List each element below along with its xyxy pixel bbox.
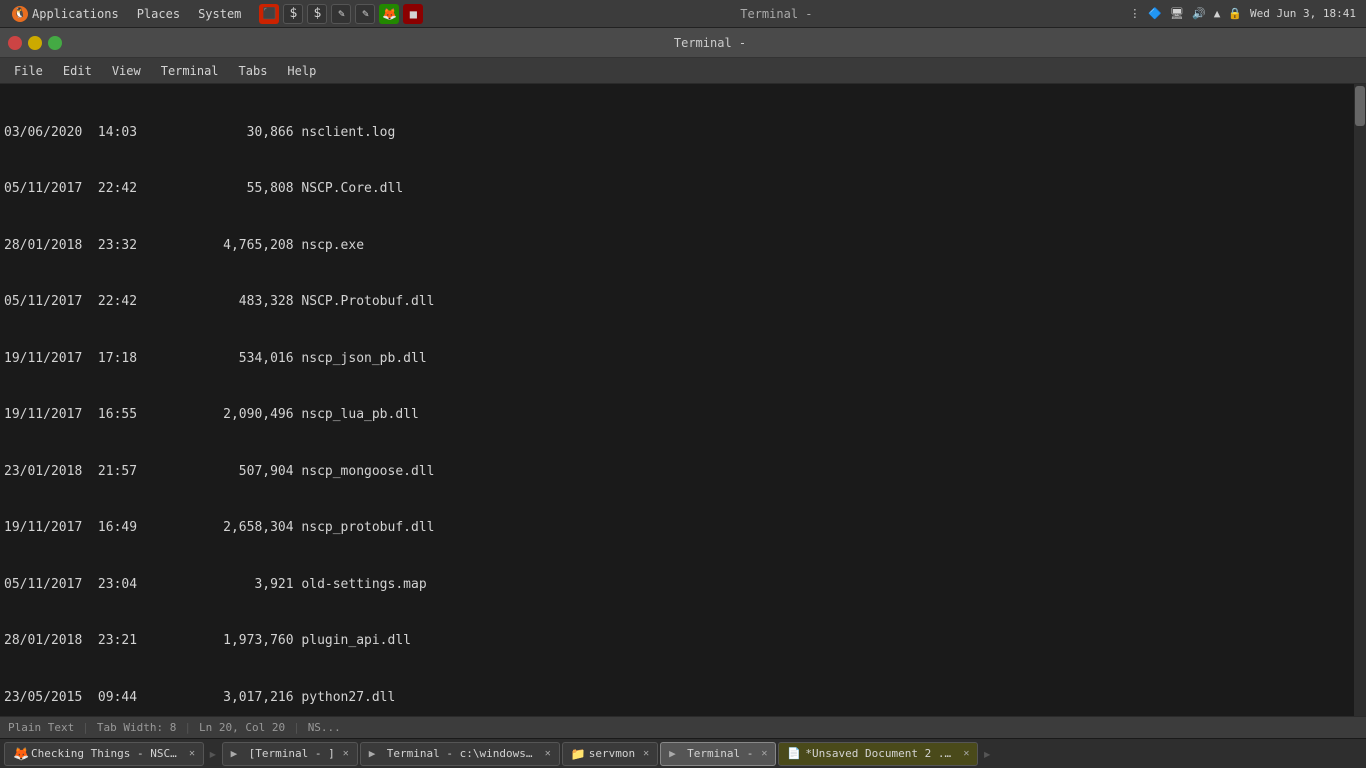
vpn-icon: 🔒 — [1228, 7, 1242, 20]
volume-icon: 🔊 — [1192, 7, 1206, 20]
taskbar-btn-folder-close[interactable]: ✕ — [643, 748, 649, 759]
ql-icon-6[interactable]: 🦊 — [379, 4, 399, 24]
terminal-line: 28/01/2018 23:21 1,973,760 plugin_api.dl… — [4, 632, 1362, 651]
taskbar: 🦊 Checking Things - NSC... ✕ ▸ ▶ [Termin… — [0, 738, 1366, 768]
terminal-line: 28/01/2018 23:32 4,765,208 nscp.exe — [4, 237, 1362, 256]
ql-icon-5[interactable]: ✎ — [355, 4, 375, 24]
taskbar-btn-terminal2-label: Terminal - c:\windows... — [387, 747, 537, 760]
terminal-output: 03/06/2020 14:03 30,866 nsclient.log 05/… — [0, 84, 1366, 716]
window-titlebar: Terminal - — [0, 28, 1366, 58]
taskbar-btn-terminal2[interactable]: ▶ Terminal - c:\windows... ✕ — [360, 742, 560, 766]
top-menubar: 🐧 Applications Places System ⬛ $ $ ✎ ✎ 🦊… — [0, 0, 1366, 28]
datetime-display: Wed Jun 3, 18:41 — [1250, 7, 1356, 20]
terminal3-icon: ▶ — [669, 747, 683, 761]
scrollbar-thumb[interactable] — [1355, 86, 1365, 126]
scrollbar-track[interactable] — [1354, 84, 1366, 716]
system-tray: ⋮ 🔷 🖥 🔊 ▲ 🔒 Wed Jun 3, 18:41 — [1129, 7, 1362, 20]
terminal-line: 23/01/2018 21:57 507,904 nscp_mongoose.d… — [4, 463, 1362, 482]
ql-icon-1[interactable]: ⬛ — [259, 4, 279, 24]
minimize-button[interactable] — [28, 36, 42, 50]
firefox-icon: 🦊 — [13, 747, 27, 761]
terminal-content-area[interactable]: 03/06/2020 14:03 30,866 nsclient.log 05/… — [0, 84, 1366, 716]
ql-icon-2[interactable]: $ — [283, 4, 303, 24]
terminal-line: 05/11/2017 22:42 483,328 NSCP.Protobuf.d… — [4, 293, 1362, 312]
menu-file[interactable]: File — [4, 62, 53, 80]
taskbar-btn-firefox-label: Checking Things - NSC... — [31, 747, 181, 760]
taskbar-btn-unsaved[interactable]: 📄 *Unsaved Document 2 ... ✕ — [778, 742, 978, 766]
terminal-line: 19/11/2017 16:49 2,658,304 nscp_protobuf… — [4, 519, 1362, 538]
folder-icon: 📁 — [571, 747, 585, 761]
applications-label: Applications — [32, 7, 119, 21]
taskbar-btn-terminal1-label: [Terminal - ] — [249, 747, 335, 760]
ql-icon-7[interactable]: ■ — [403, 4, 423, 24]
document-icon: 📄 — [787, 747, 801, 761]
quick-launch-bar: ⬛ $ $ ✎ ✎ 🦊 ■ — [259, 4, 423, 24]
status-bar: Plain Text | Tab Width: 8 | Ln 20, Col 2… — [0, 716, 1366, 738]
app-logo-icon: 🐧 — [12, 6, 28, 22]
applications-menu[interactable]: 🐧 Applications — [4, 4, 127, 24]
terminal-line: 03/06/2020 14:03 30,866 nsclient.log — [4, 124, 1362, 143]
places-menu[interactable]: Places — [129, 5, 188, 23]
window-title: Terminal - — [62, 36, 1358, 50]
menu-terminal[interactable]: Terminal — [151, 62, 229, 80]
terminal-line: 05/11/2017 23:04 3,921 old-settings.map — [4, 576, 1362, 595]
terminal-window: Terminal - File Edit View Terminal Tabs … — [0, 28, 1366, 738]
tray-icon-1: ⋮ — [1129, 7, 1140, 20]
bluetooth-icon: 🔷 — [1148, 7, 1162, 20]
status-separator-1: | — [82, 721, 89, 734]
taskbar-btn-firefox-close[interactable]: ✕ — [189, 748, 195, 759]
network-icon: ▲ — [1214, 7, 1221, 20]
status-tab-width: Tab Width: 8 — [97, 721, 176, 734]
menu-help[interactable]: Help — [277, 62, 326, 80]
status-separator-3: | — [293, 721, 300, 734]
taskbar-separator-2: ▸ — [982, 744, 992, 763]
taskbar-btn-terminal1-close[interactable]: ✕ — [343, 748, 349, 759]
terminal2-icon: ▶ — [369, 747, 383, 761]
menu-edit[interactable]: Edit — [53, 62, 102, 80]
taskbar-btn-terminal2-close[interactable]: ✕ — [545, 748, 551, 759]
status-text-type: Plain Text — [8, 721, 74, 734]
taskbar-separator-1: ▸ — [208, 744, 218, 763]
ql-icon-4[interactable]: ✎ — [331, 4, 351, 24]
taskbar-btn-terminal1[interactable]: ▶ [Terminal - ] ✕ — [222, 742, 358, 766]
status-ln-col: Ln 20, Col 20 — [199, 721, 285, 734]
status-encoding: NS... — [308, 721, 341, 734]
maximize-button[interactable] — [48, 36, 62, 50]
ql-icon-3[interactable]: $ — [307, 4, 327, 24]
taskbar-btn-terminal3-close[interactable]: ✕ — [761, 748, 767, 759]
status-separator-2: | — [184, 721, 191, 734]
taskbar-btn-folder[interactable]: 📁 servmon ✕ — [562, 742, 658, 766]
taskbar-btn-terminal3[interactable]: ▶ Terminal - ✕ — [660, 742, 776, 766]
taskbar-btn-terminal3-label: Terminal - — [687, 747, 753, 760]
terminal-line: 19/11/2017 16:55 2,090,496 nscp_lua_pb.d… — [4, 406, 1362, 425]
taskbar-btn-unsaved-close[interactable]: ✕ — [963, 748, 969, 759]
terminal-menubar: File Edit View Terminal Tabs Help — [0, 58, 1366, 84]
display-icon: 🖥 — [1170, 7, 1184, 20]
menu-view[interactable]: View — [102, 62, 151, 80]
menu-tabs[interactable]: Tabs — [229, 62, 278, 80]
close-button[interactable] — [8, 36, 22, 50]
terminal1-icon: ▶ — [231, 747, 245, 761]
taskbar-btn-unsaved-label: *Unsaved Document 2 ... — [805, 747, 955, 760]
taskbar-btn-folder-label: servmon — [589, 747, 635, 760]
taskbar-btn-firefox[interactable]: 🦊 Checking Things - NSC... ✕ — [4, 742, 204, 766]
terminal-line: 19/11/2017 17:18 534,016 nscp_json_pb.dl… — [4, 350, 1362, 369]
window-title-top: Terminal - — [423, 7, 1129, 21]
system-menu[interactable]: System — [190, 5, 249, 23]
window-control-buttons — [8, 36, 62, 50]
terminal-line: 23/05/2015 09:44 3,017,216 python27.dll — [4, 689, 1362, 708]
terminal-line: 05/11/2017 22:42 55,808 NSCP.Core.dll — [4, 180, 1362, 199]
